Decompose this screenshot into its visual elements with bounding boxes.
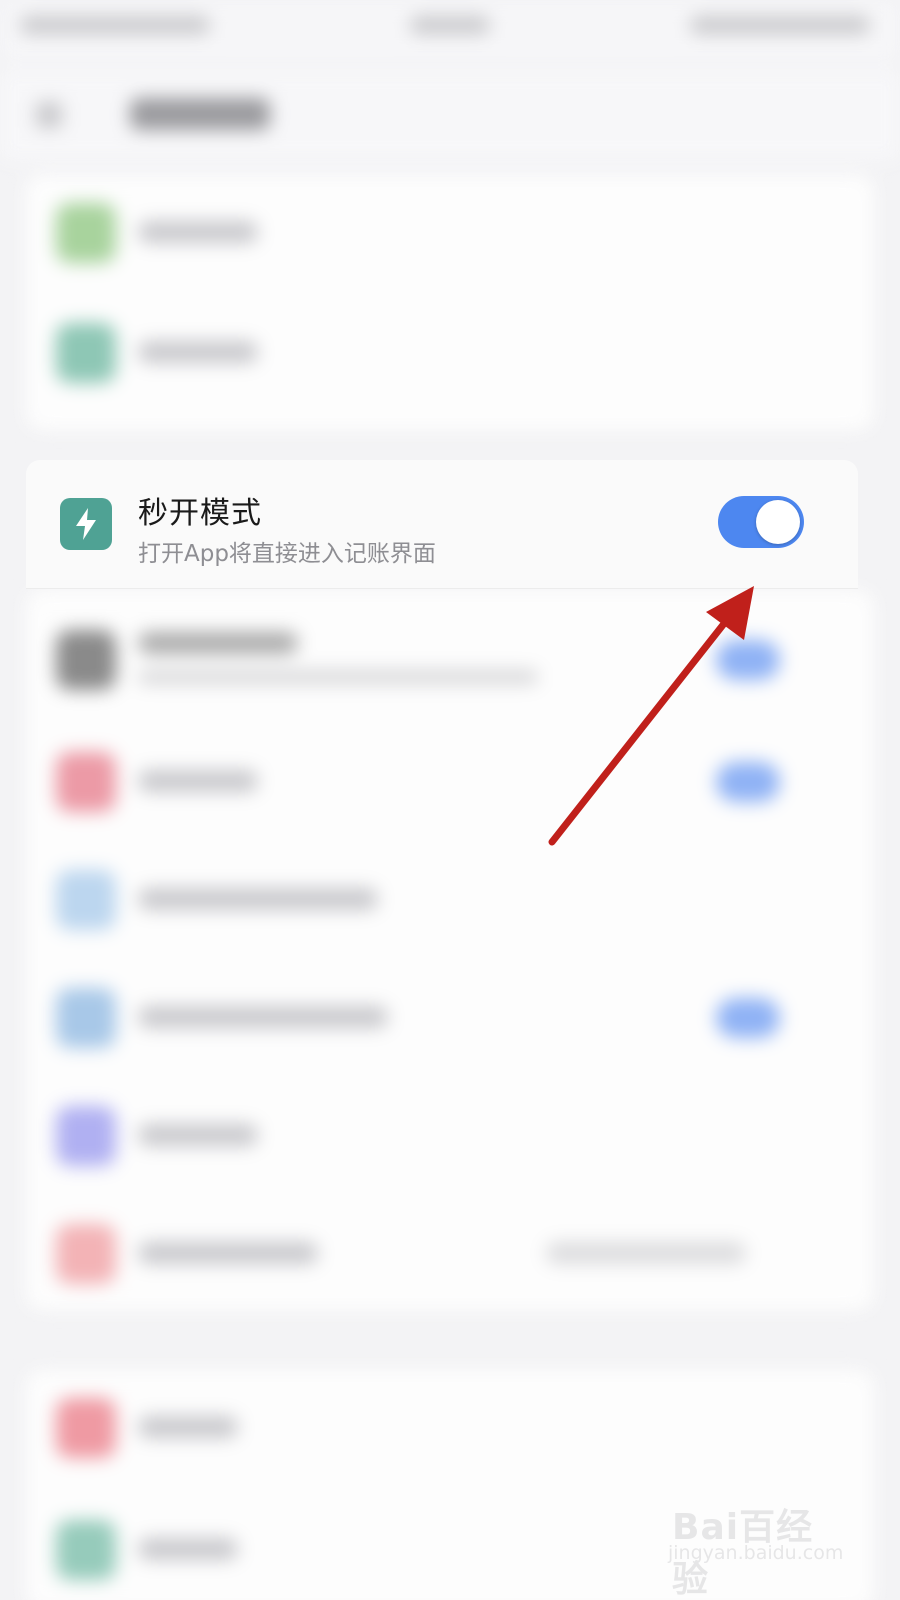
watermark-url: jingyan.baidu.com bbox=[668, 1542, 844, 1564]
setting-title: 秒开模式 bbox=[138, 496, 262, 531]
setting-subtitle: 打开App将直接进入记账界面 bbox=[138, 541, 436, 567]
lightning-icon bbox=[60, 498, 112, 550]
settings-screen: 秒开模式 打开App将直接进入记账界面 Bai百经验 jingyan.baidu… bbox=[0, 0, 900, 1600]
toggle-knob bbox=[756, 500, 800, 544]
blurred-card-top bbox=[26, 175, 874, 430]
baidu-watermark: Bai百经验 jingyan.baidu.com bbox=[664, 1480, 843, 1600]
status-bar bbox=[0, 0, 900, 60]
blurred-background bbox=[0, 0, 900, 1600]
blurred-card-middle bbox=[26, 590, 874, 1310]
quick-open-mode-row[interactable]: 秒开模式 打开App将直接进入记账界面 bbox=[26, 460, 858, 589]
quick-open-toggle[interactable] bbox=[718, 496, 804, 548]
nav-bar bbox=[0, 70, 900, 160]
